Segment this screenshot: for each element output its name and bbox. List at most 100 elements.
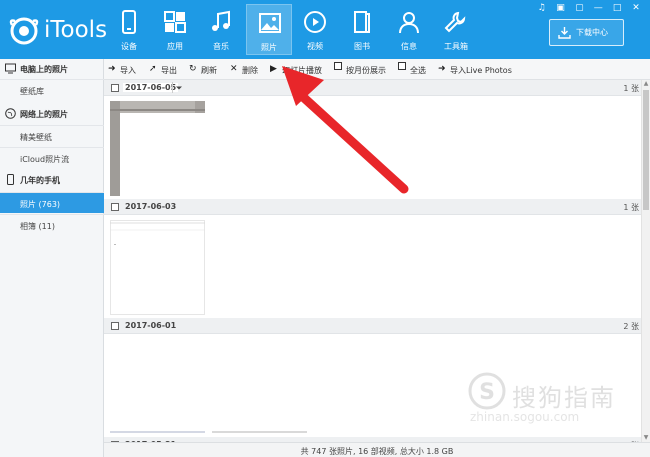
settings-icon[interactable]: ▢ [571, 2, 587, 14]
window-controls: ♫ ▣ ▢ — □ ✕ [534, 2, 644, 14]
group-count: 2 张 [623, 322, 639, 331]
minimize-button[interactable]: — [590, 2, 606, 14]
globe-icon [5, 108, 16, 119]
scrollbar-thumb[interactable] [643, 90, 649, 210]
nav-info[interactable]: 信息 [386, 4, 432, 55]
export-label: 导出 [161, 66, 177, 75]
delete-button[interactable]: ✕ 删除 [230, 63, 264, 76]
group-count: 1 张 [623, 84, 639, 93]
group-checkbox[interactable] [111, 84, 119, 92]
import-live-photos-button[interactable]: ➜ 导入Live Photos [438, 63, 518, 76]
sidebar-item-label: 壁纸库 [20, 87, 44, 96]
status-text: 共 747 张照片, 16 部视频, 总大小 1.8 GB [300, 447, 454, 456]
phone-icon [122, 10, 136, 34]
sidebar-item-label: 相簿 (11) [20, 222, 55, 231]
sidebar-item-label: 照片 (763) [20, 200, 61, 209]
import-live-icon: ➜ [438, 64, 446, 74]
nav-label: 图书 [354, 42, 370, 51]
nav-apps[interactable]: 应用 [152, 4, 198, 55]
export-icon: ➚ [149, 64, 157, 74]
photo-thumbnail[interactable] [110, 339, 205, 434]
feedback-icon[interactable]: ▣ [553, 2, 569, 14]
date-dropdown[interactable] [172, 82, 184, 93]
sidebar-item-label: 精美壁纸 [20, 133, 52, 142]
sogou-logo-icon: S [468, 372, 506, 410]
nav-books[interactable]: 图书 [339, 4, 385, 55]
photo-thumbnail[interactable] [212, 339, 307, 434]
top-header: iTools 设备 应用 音乐 照片 视频 图书 信息 工具箱 ♫ ▣ ▢ — … [0, 0, 650, 59]
date-group-header[interactable]: 2017-06-01 2 张 [104, 318, 645, 334]
sidebar-item-photos[interactable]: 照片 (763) [0, 192, 104, 213]
delete-icon: ✕ [230, 64, 238, 74]
phone-outline-icon [7, 174, 14, 185]
person-icon [399, 12, 419, 34]
sogou-watermark: S 搜狗指南 zhinan.sogou.com [468, 372, 638, 424]
maximize-button[interactable]: □ [609, 2, 625, 14]
export-button[interactable]: ➚ 导出 [149, 63, 183, 76]
group-date: 2017-06-05 [123, 83, 179, 92]
red-arrow-annotation [282, 66, 409, 194]
nav-music[interactable]: 音乐 [198, 4, 244, 55]
refresh-label: 刷新 [201, 66, 217, 75]
import-live-label: 导入Live Photos [450, 66, 512, 75]
group-date: 2017-06-01 [125, 321, 177, 330]
sidebar-item-label: iCloud照片流 [20, 155, 70, 164]
play-icon [304, 11, 326, 33]
nav-label: 视频 [307, 42, 323, 51]
scroll-up-icon[interactable]: ▲ [642, 80, 650, 88]
status-bar: 共 747 张照片, 16 部视频, 总大小 1.8 GB [104, 442, 650, 457]
book-icon [354, 11, 370, 33]
svg-text:S: S [479, 380, 495, 405]
import-label: 导入 [120, 66, 136, 75]
nav-photos[interactable]: 照片 [246, 4, 292, 55]
close-button[interactable]: ✕ [628, 2, 644, 14]
apps-grid-icon [164, 11, 186, 33]
nav-device[interactable]: 设备 [106, 4, 152, 55]
sidebar-item-icloud-photostream[interactable]: iCloud照片流 [0, 147, 104, 168]
nav-label: 信息 [401, 42, 417, 51]
nav-label: 工具箱 [444, 42, 468, 51]
vertical-scrollbar[interactable]: ▲ ▼ [641, 80, 650, 442]
download-center-button[interactable]: 下载中心 [549, 19, 624, 46]
sidebar-section-computer: 电脑上的照片 [0, 59, 104, 79]
download-icon [558, 27, 571, 39]
download-label: 下载中心 [576, 28, 608, 37]
group-checkbox[interactable] [111, 203, 119, 211]
select-all-label: 全选 [410, 66, 426, 75]
nav-video[interactable]: 视频 [292, 4, 338, 55]
section-label: 网络上的照片 [20, 110, 68, 119]
refresh-button[interactable]: ↻ 刷新 [189, 63, 223, 76]
import-icon: ➜ [108, 64, 116, 74]
wrench-icon [444, 11, 466, 33]
photo-thumbnail[interactable] [110, 101, 205, 196]
watermark-url: zhinan.sogou.com [470, 410, 580, 424]
sidebar-item-wallpaper-library[interactable]: 壁纸库 [0, 79, 104, 100]
group-checkbox[interactable] [111, 322, 119, 330]
refresh-icon: ↻ [189, 64, 197, 74]
scroll-down-icon[interactable]: ▼ [642, 434, 650, 442]
itools-window: iTools 设备 应用 音乐 照片 视频 图书 信息 工具箱 ♫ ▣ ▢ — … [0, 0, 650, 457]
photo-icon [259, 13, 281, 33]
sidebar-item-albums[interactable]: 相簿 (11) [0, 214, 104, 235]
skin-icon[interactable]: ♫ [534, 2, 550, 14]
itools-logo-icon [9, 17, 39, 45]
import-button[interactable]: ➜ 导入 [108, 63, 142, 76]
music-note-icon [212, 10, 230, 31]
nav-label: 音乐 [213, 42, 229, 51]
date-group-header[interactable]: 2017-06-03 1 张 [104, 199, 645, 215]
nav-label: 照片 [261, 43, 277, 52]
group-date: 2017-06-03 [125, 202, 177, 211]
section-label: 几年的手机 [20, 176, 60, 185]
delete-label: 删除 [242, 66, 258, 75]
sidebar-item-beautiful-wallpapers[interactable]: 精美壁纸 [0, 125, 104, 146]
section-label: 电脑上的照片 [20, 65, 68, 74]
watermark-cn: 搜狗指南 [512, 384, 616, 412]
nav-label: 设备 [121, 42, 137, 51]
nav-label: 应用 [167, 42, 183, 51]
photo-thumbnail[interactable] [110, 220, 205, 315]
sidebar: 电脑上的照片 壁纸库 网络上的照片 精美壁纸 iCloud照片流 几年的手机 照… [0, 59, 104, 457]
sidebar-section-phone: 几年的手机 [0, 170, 104, 190]
group-count: 1 张 [623, 203, 639, 212]
nav-toolbox[interactable]: 工具箱 [433, 4, 479, 55]
chevron-down-icon [176, 86, 182, 90]
